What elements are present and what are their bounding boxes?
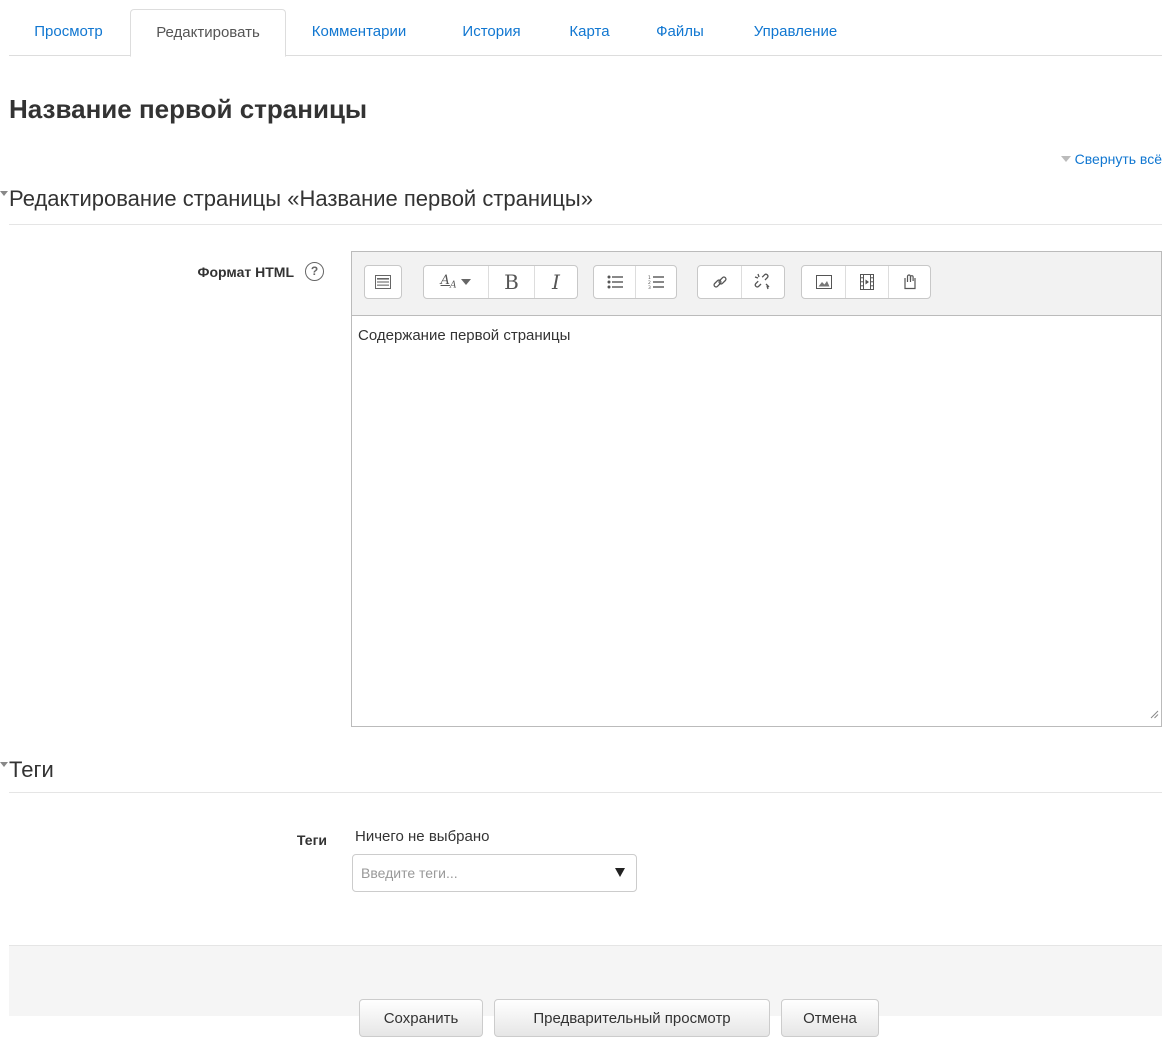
section-divider: [9, 224, 1162, 225]
resize-grip-icon[interactable]: [1149, 706, 1159, 724]
tab-files[interactable]: Файлы: [640, 9, 720, 56]
expanded-triangle-icon: [0, 762, 8, 767]
media-icon[interactable]: [846, 266, 889, 298]
manage-files-icon[interactable]: [889, 266, 930, 298]
toggle-toolbar-icon[interactable]: [365, 266, 401, 298]
tags-selected-value: Ничего не выбрано: [355, 828, 490, 845]
editor-content[interactable]: Содержание первой страницы: [358, 326, 570, 346]
tab-comments[interactable]: Комментарии: [292, 9, 426, 56]
toolbar-group-lists: 123: [593, 265, 677, 299]
italic-icon[interactable]: I: [535, 266, 577, 298]
tab-map[interactable]: Карта: [551, 9, 628, 56]
help-icon[interactable]: ?: [305, 262, 324, 281]
section-divider: [9, 792, 1162, 793]
expanded-triangle-icon: [0, 191, 8, 196]
page-title: Название первой страницы: [9, 94, 368, 124]
toolbar-group-media: [801, 265, 931, 299]
section-tags-legend[interactable]: Теги: [0, 755, 54, 785]
collapse-all-label: Свернуть всё: [1074, 151, 1162, 167]
format-label: Формат HTML: [197, 264, 294, 280]
toolbar-group-style: AA B I: [423, 265, 578, 299]
cancel-button[interactable]: Отмена: [781, 999, 879, 1037]
image-icon[interactable]: [802, 266, 846, 298]
bold-icon[interactable]: B: [489, 266, 535, 298]
tags-label: Теги: [296, 832, 327, 848]
unordered-list-icon[interactable]: [594, 266, 636, 298]
preview-button[interactable]: Предварительный просмотр: [494, 999, 770, 1037]
dropdown-arrow-icon[interactable]: [615, 868, 625, 877]
toolbar-group-links: [697, 265, 785, 299]
tags-autocomplete: [352, 854, 637, 892]
collapse-all-link[interactable]: Свернуть всё: [1060, 150, 1162, 168]
font-style-icon[interactable]: AA: [424, 266, 489, 298]
tab-manage[interactable]: Управление: [736, 9, 855, 56]
ordered-list-icon[interactable]: 123: [636, 266, 676, 298]
link-icon[interactable]: [698, 266, 742, 298]
section-tags-title: Теги: [9, 757, 54, 782]
save-button[interactable]: Сохранить: [359, 999, 483, 1037]
collapse-triangle-icon: [1060, 156, 1071, 162]
section-edit-legend[interactable]: Редактирование страницы «Название первой…: [0, 184, 593, 214]
unlink-icon[interactable]: [742, 266, 784, 298]
section-edit-title: Редактирование страницы «Название первой…: [9, 186, 593, 211]
tab-view[interactable]: Просмотр: [9, 9, 128, 56]
editor-toolbar: AA B I 123: [352, 252, 1161, 316]
tab-history[interactable]: История: [445, 9, 538, 56]
tags-input[interactable]: [353, 855, 603, 891]
svg-text:3: 3: [648, 285, 651, 289]
html-editor: AA B I 123 Содержание первой страницы: [351, 251, 1162, 727]
tab-bar: Просмотр Редактировать Комментарии Истор…: [9, 9, 1162, 57]
tab-edit[interactable]: Редактировать: [130, 9, 286, 57]
toolbar-group-collapse: [364, 265, 402, 299]
